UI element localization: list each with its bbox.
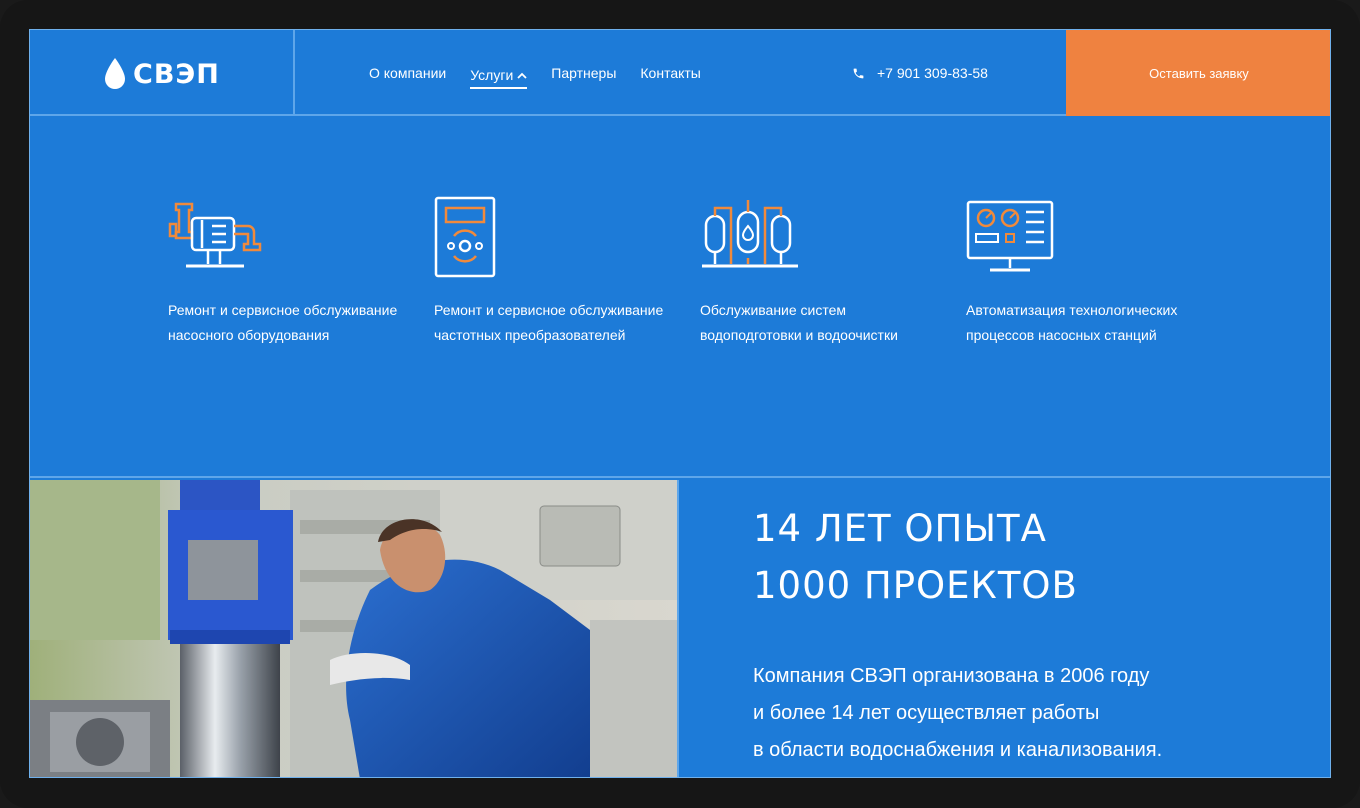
pump-icon [168, 202, 262, 268]
frequency-converter-icon [434, 196, 496, 278]
phone-link[interactable]: +7 901 309-83-58 [852, 30, 988, 116]
engineer-with-pump-image [30, 480, 677, 777]
about-text: Компания СВЭП организована в 2006 году и… [753, 658, 1162, 769]
nav-partners[interactable]: Партнеры [551, 61, 616, 85]
about-line-2: и более 14 лет осуществляет работы [753, 702, 1100, 724]
nav-about-label: О компании [369, 65, 447, 81]
logo-cell: СВЭП [30, 30, 295, 116]
nav-contacts[interactable]: Контакты [640, 61, 700, 85]
engineer-photo [30, 480, 679, 777]
nav-contacts-label: Контакты [640, 65, 701, 81]
service-label-water-treatment: Обслуживание систем водоподготовки и вод… [700, 302, 898, 343]
device-frame: СВЭП О компании Услуги Партнеры Контакты… [0, 0, 1360, 808]
water-treatment-icon [702, 200, 798, 268]
nav-about[interactable]: О компании [369, 61, 446, 85]
phone-number: +7 901 309-83-58 [877, 65, 988, 81]
logo-text: СВЭП [133, 58, 220, 90]
service-item-frequency-converter[interactable]: Ремонт и сервисное обслуживание частотны… [434, 196, 664, 348]
about-panel: 14 ЛЕТ ОПЫТА 1000 ПРОЕКТОВ Компания СВЭП… [681, 480, 1330, 777]
about-line-1: Компания СВЭП организована в 2006 году [753, 665, 1150, 687]
stat-projects: 1000 ПРОЕКТОВ [753, 564, 1078, 607]
logo[interactable]: СВЭП [103, 57, 220, 91]
phone-icon [853, 68, 864, 78]
water-drop-icon [105, 58, 125, 89]
website-screen: СВЭП О компании Услуги Партнеры Контакты… [29, 29, 1331, 778]
site-header: СВЭП О компании Услуги Партнеры Контакты… [30, 30, 1330, 116]
monitor-dashboard-icon [966, 200, 1054, 272]
chevron-up-icon [517, 72, 527, 79]
stat-experience: 14 ЛЕТ ОПЫТА [753, 507, 1047, 550]
service-item-pump[interactable]: Ремонт и сервисное обслуживание насосног… [168, 196, 398, 348]
nav-services[interactable]: Услуги [470, 63, 528, 89]
nav-partners-label: Партнеры [551, 65, 617, 81]
service-label-frequency-converter: Ремонт и сервисное обслуживание частотны… [434, 302, 664, 343]
nav-services-label: Услуги [470, 67, 514, 83]
service-label-automation: Автоматизация технологических процессов … [966, 302, 1178, 343]
main-nav: О компании Услуги Партнеры Контакты [369, 30, 701, 116]
service-item-water-treatment[interactable]: Обслуживание систем водоподготовки и вод… [700, 196, 930, 348]
service-item-automation[interactable]: Автоматизация технологических процессов … [966, 196, 1196, 348]
stats-headline: 14 ЛЕТ ОПЫТА 1000 ПРОЕКТОВ [753, 500, 1078, 614]
services-dropdown: Ремонт и сервисное обслуживание насосног… [30, 116, 1330, 478]
submit-request-button[interactable]: Оставить заявку [1066, 30, 1330, 116]
service-label-pump: Ремонт и сервисное обслуживание насосног… [168, 302, 398, 343]
about-line-3: в области водоснабжения и канализования. [753, 739, 1163, 761]
